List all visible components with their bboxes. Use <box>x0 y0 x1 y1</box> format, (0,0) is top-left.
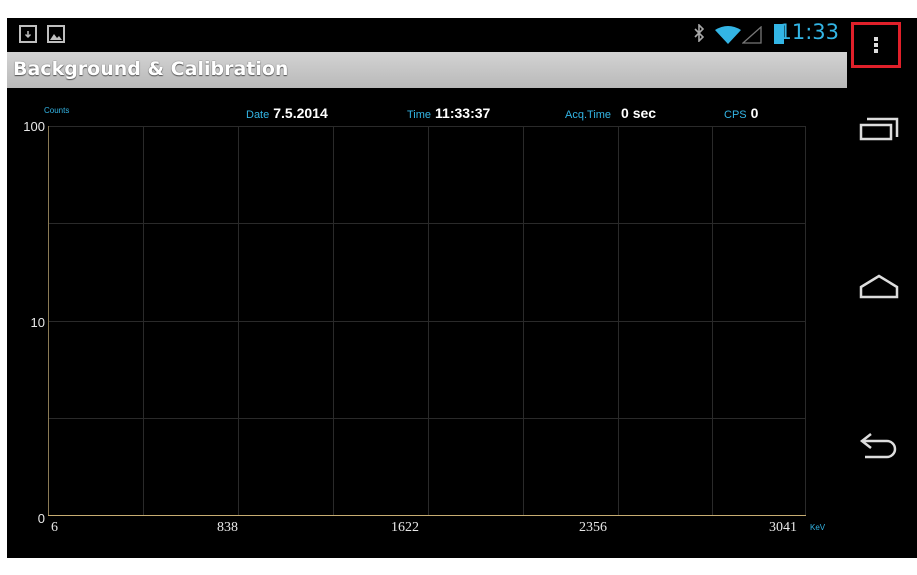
grid-line <box>48 126 806 127</box>
y-tick-label: 100 <box>23 119 45 134</box>
page-title: Background & Calibration <box>13 58 289 80</box>
navigation-bar <box>847 18 917 558</box>
time-value: 11:33:37 <box>435 105 491 121</box>
spectrum-plot[interactable] <box>48 126 806 516</box>
back-icon[interactable] <box>857 428 901 466</box>
y-tick-label: 10 <box>30 315 45 330</box>
x-tick-label: 838 <box>217 520 238 535</box>
grid-line <box>48 321 806 322</box>
image-icon <box>47 25 65 43</box>
x-tick-label: 1622 <box>391 520 419 535</box>
bluetooth-icon <box>694 23 705 46</box>
home-icon[interactable] <box>857 272 901 306</box>
download-icon <box>19 25 37 43</box>
y-axis <box>48 126 49 516</box>
x-axis <box>48 515 806 516</box>
cps-readout: CPS 0 <box>724 105 758 121</box>
date-label: Date <box>246 109 270 121</box>
wifi-icon <box>715 26 741 48</box>
acq-time-readout: Acq.Time 0 sec <box>565 105 656 121</box>
x-axis-label: KeV <box>810 523 826 532</box>
overflow-menu-button[interactable] <box>851 22 901 68</box>
date-value: 7.5.2014 <box>273 105 328 121</box>
recent-apps-icon[interactable] <box>857 115 901 149</box>
acq-time-value: 0 sec <box>621 105 657 121</box>
status-bar: 11:33 <box>7 18 847 51</box>
acq-time-label: Acq.Time <box>565 109 612 121</box>
x-tick-label: 3041 <box>769 520 797 535</box>
x-tick-label: 2356 <box>579 520 607 535</box>
cps-label: CPS <box>724 109 747 121</box>
time-readout: Time 11:33:37 <box>407 105 490 121</box>
grid-line <box>48 223 806 224</box>
y-tick-label: 0 <box>37 511 45 526</box>
grid-line <box>48 418 806 419</box>
y-axis-label: Counts <box>44 106 70 115</box>
cps-value: 0 <box>750 105 759 121</box>
x-tick-label: 6 <box>51 520 58 535</box>
clock: 11:33 <box>778 20 839 44</box>
app-screen: 11:33 Background & Calibration Counts Da… <box>7 18 847 558</box>
overflow-menu-icon <box>874 35 878 55</box>
signal-icon <box>741 25 762 48</box>
action-bar: Background & Calibration <box>7 52 847 88</box>
date-readout: Date 7.5.2014 <box>246 105 328 121</box>
time-label: Time <box>407 109 432 121</box>
